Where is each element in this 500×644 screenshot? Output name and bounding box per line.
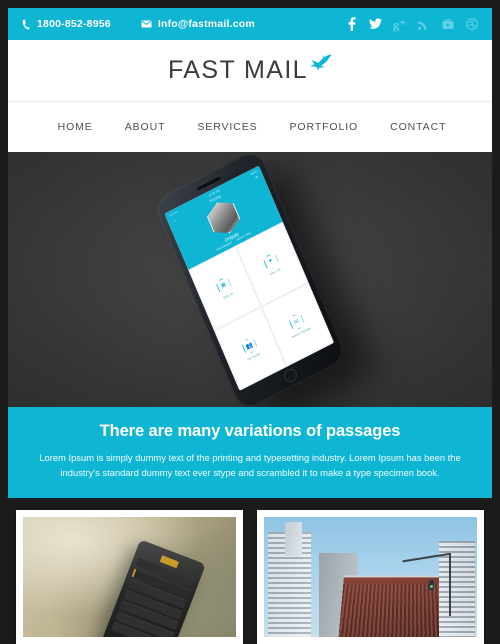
card-left-image	[23, 517, 236, 638]
banner-body: Lorem Ipsum is simply dummy text of the …	[39, 452, 461, 478]
nav-item-services[interactable]: SERVICES	[181, 121, 273, 133]
card-right[interactable]	[257, 510, 484, 644]
email-contact[interactable]: Info@fastmail.com	[141, 18, 255, 30]
phone-icon	[22, 19, 31, 30]
settings-phone-graphic	[97, 539, 206, 638]
youtube-icon[interactable]	[441, 17, 454, 31]
back-arrow-icon[interactable]: ←	[172, 216, 178, 223]
phone-number: 1800-852-8956	[37, 18, 111, 30]
logo-header: FAST MAIL	[8, 40, 492, 102]
banner-title: There are many variations of passages	[99, 422, 401, 440]
rss-icon[interactable]	[417, 17, 430, 31]
site-logo[interactable]: FAST MAIL	[168, 54, 332, 84]
google-plus-icon[interactable]: g⁺	[393, 17, 406, 31]
card-right-image	[264, 517, 477, 638]
social-links: g⁺	[345, 17, 478, 31]
traffic-signal-pole	[449, 553, 452, 616]
envelope-icon	[141, 20, 152, 28]
logo-text: FAST MAIL	[168, 56, 308, 84]
plus-icon[interactable]: +	[254, 174, 259, 181]
dribbble-icon[interactable]	[465, 17, 478, 31]
hero-section: Carrier 12:30 PM 100% ← Profile + Onlyjd…	[8, 152, 492, 407]
feature-cards	[8, 498, 492, 644]
contact-group: 1800-852-8956 Info@fastmail.com	[22, 18, 255, 30]
nav-item-about[interactable]: ABOUT	[109, 121, 182, 133]
bird-icon	[310, 54, 332, 71]
email-address: Info@fastmail.com	[157, 18, 255, 30]
facebook-icon[interactable]	[345, 17, 358, 31]
page-root: 1800-852-8956 Info@fastmail.com g⁺ FAST …	[0, 0, 500, 644]
building-left-spire	[285, 521, 303, 556]
google-plus-glyph: g⁺	[392, 16, 407, 32]
traffic-light-icon	[429, 579, 435, 590]
phone-contact[interactable]: 1800-852-8956	[22, 18, 111, 30]
phone-home-button	[282, 366, 299, 384]
nav-item-portfolio[interactable]: PORTFOLIO	[274, 121, 375, 133]
card-left[interactable]	[16, 510, 243, 644]
nav-item-contact[interactable]: CONTACT	[374, 121, 462, 133]
nav-item-home[interactable]: HOME	[38, 121, 109, 133]
main-navigation: HOME ABOUT SERVICES PORTFOLIO CONTACT	[8, 102, 492, 152]
top-contact-bar: 1800-852-8956 Info@fastmail.com g⁺	[8, 8, 492, 40]
intro-banner: There are many variations of passages Lo…	[8, 407, 492, 499]
twitter-icon[interactable]	[369, 17, 382, 31]
site-shell: 1800-852-8956 Info@fastmail.com g⁺ FAST …	[8, 8, 492, 644]
